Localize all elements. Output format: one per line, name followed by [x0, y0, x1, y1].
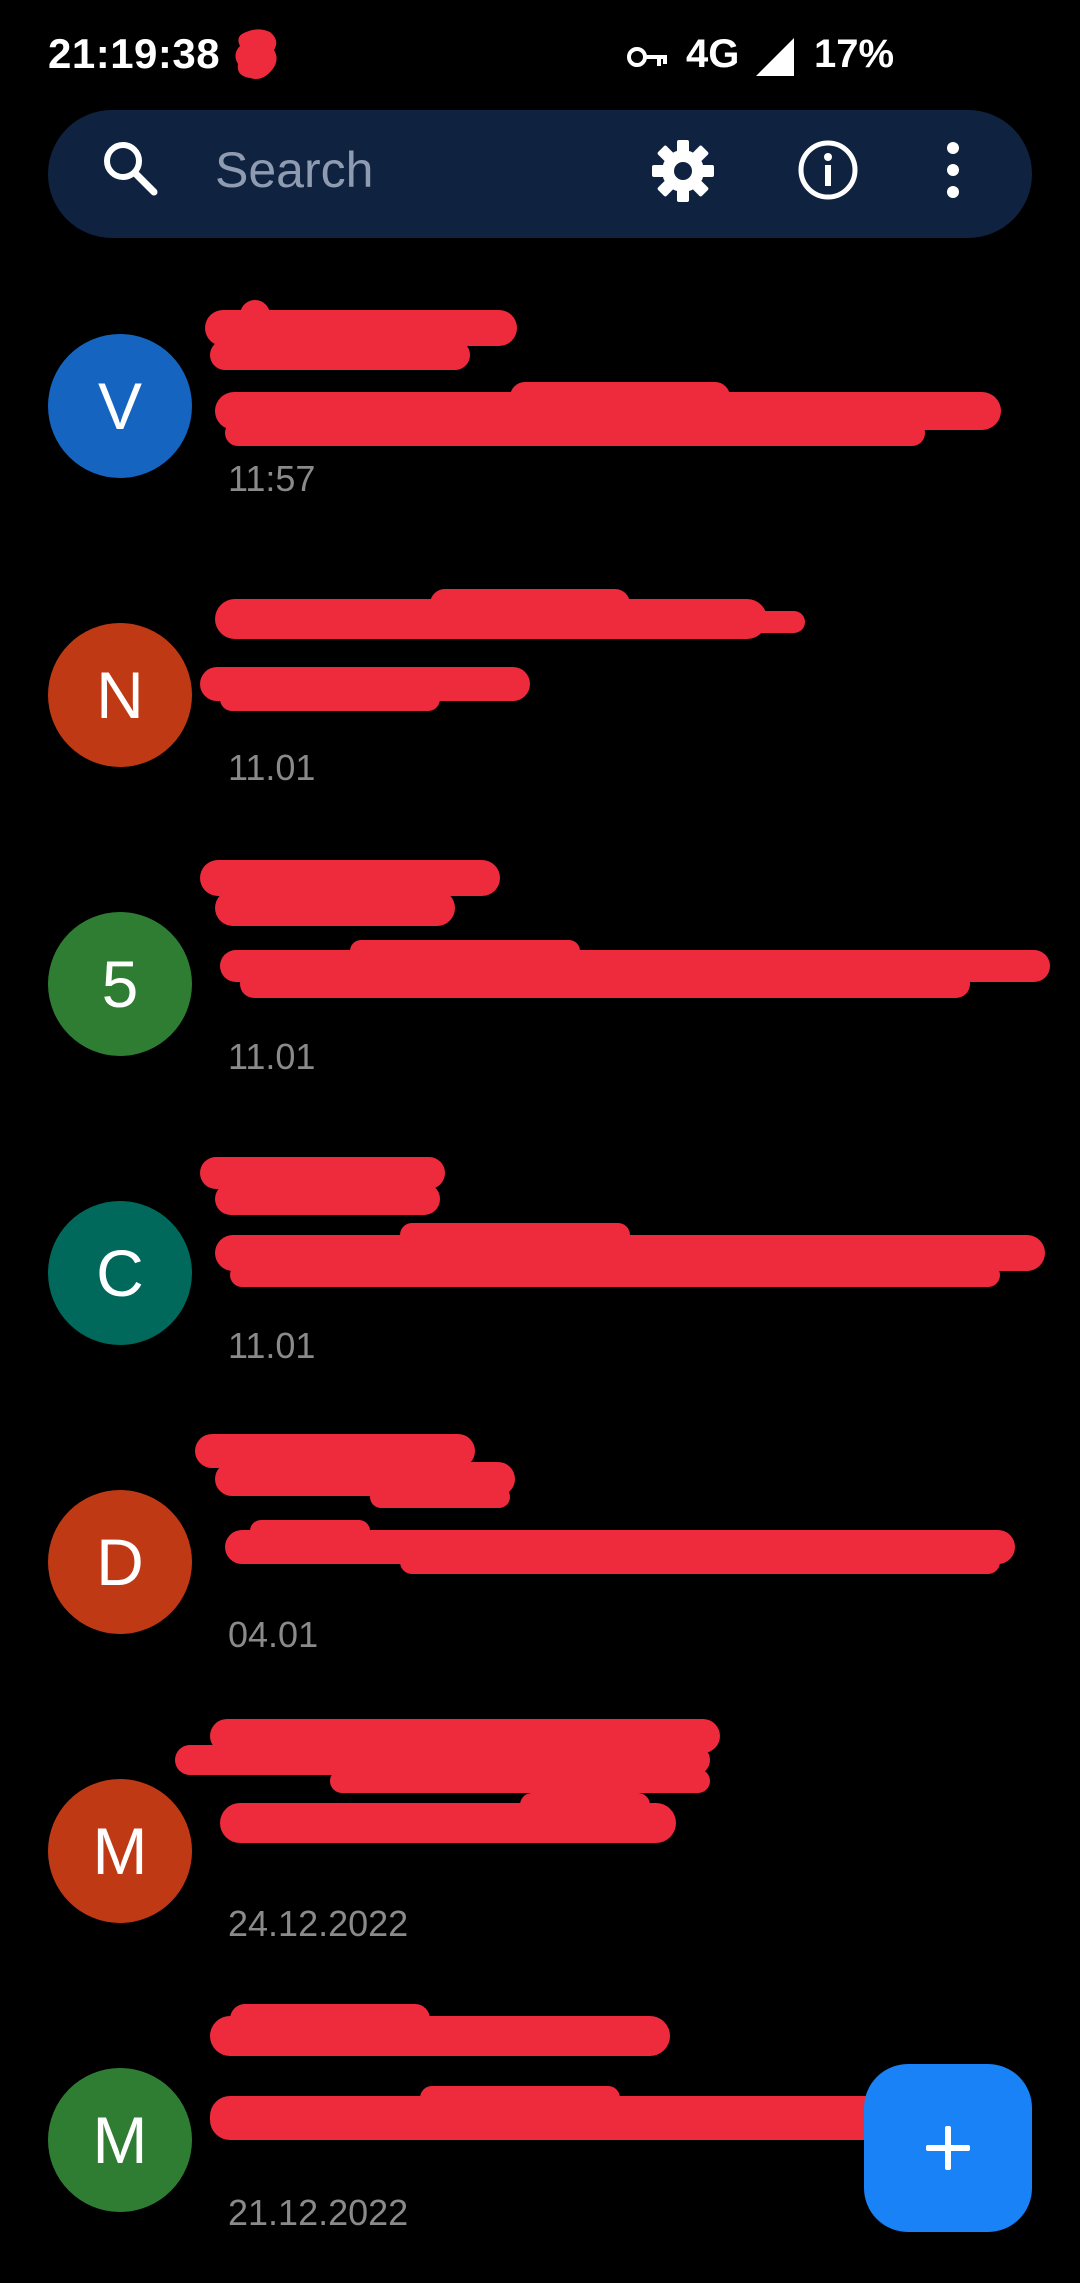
more-vert-icon[interactable]: [938, 138, 968, 202]
signal-icon: [756, 38, 794, 76]
avatar: V: [48, 334, 192, 478]
conversation-date: 11.01: [228, 747, 316, 788]
conversation-date: 21.12.2022: [228, 2192, 409, 2233]
status-time: 21:19:38: [48, 30, 221, 77]
avatar: M: [48, 1779, 192, 1923]
avatar-initial: M: [92, 1814, 148, 1888]
conversation-item[interactable]: C 11.01: [0, 1127, 1080, 1416]
status-bar: 21:19:38 4G 17%: [0, 0, 1080, 110]
avatar: 5: [48, 912, 192, 1056]
conversation-item[interactable]: 5 11.01: [0, 838, 1080, 1127]
battery-percentage: 17%: [814, 32, 895, 76]
vpn-key-icon: [627, 47, 667, 67]
avatar-initial: 5: [101, 947, 139, 1021]
info-icon[interactable]: [796, 138, 860, 202]
conversation-item[interactable]: N 11.01: [0, 549, 1080, 838]
avatar: C: [48, 1201, 192, 1345]
conversation-item[interactable]: D 04.01: [0, 1416, 1080, 1705]
conversation-date: 11:57: [228, 458, 316, 499]
notification-redacted-icon: [235, 29, 277, 79]
conversation-date: 11.01: [228, 1325, 316, 1366]
avatar-initial: M: [92, 2103, 148, 2177]
conversation-item[interactable]: V 11:57: [0, 260, 1080, 549]
conversation-list: V 11:57 N 11.01 5 11.01 C 11.01 D 04.01 …: [0, 260, 1080, 2283]
avatar: M: [48, 2068, 192, 2212]
avatar: D: [48, 1490, 192, 1634]
plus-icon: [926, 2126, 970, 2170]
avatar-initial: D: [96, 1525, 144, 1599]
avatar-initial: V: [97, 369, 143, 443]
network-type: 4G: [686, 32, 740, 76]
search-icon[interactable]: [100, 138, 160, 198]
conversation-date: 04.01: [228, 1614, 319, 1655]
conversation-date: 24.12.2022: [228, 1903, 409, 1944]
conversation-date: 11.01: [228, 1036, 316, 1077]
avatar-initial: C: [96, 1236, 144, 1310]
new-conversation-button[interactable]: [864, 2064, 1032, 2232]
search-input[interactable]: [215, 134, 595, 206]
gear-icon[interactable]: [650, 138, 716, 204]
avatar: N: [48, 623, 192, 767]
avatar-initial: N: [96, 658, 144, 732]
conversation-item[interactable]: M 24.12.2022: [0, 1705, 1080, 1994]
